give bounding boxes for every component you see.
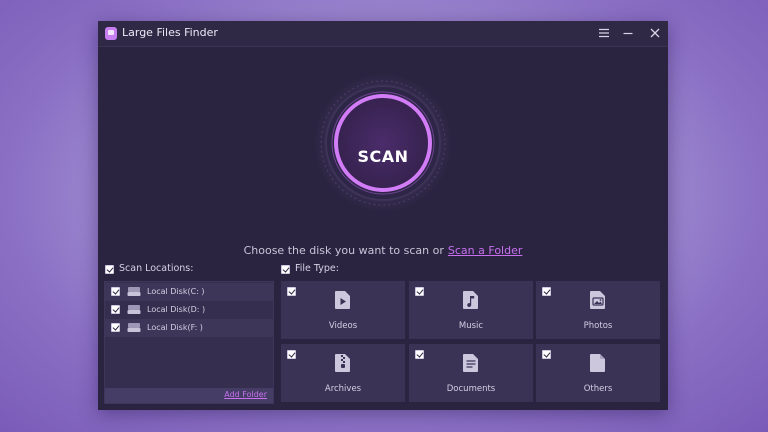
documents-label: Documents [446, 384, 496, 394]
file-type-photos[interactable]: Photos [536, 281, 660, 339]
close-icon[interactable] [647, 25, 663, 41]
title-bar: Large Files Finder [98, 21, 668, 47]
scan-folder-link[interactable]: Scan a Folder [448, 244, 522, 257]
scan-button-label: SCAN [357, 147, 409, 166]
hard-disk-icon [127, 305, 141, 314]
other-file-icon [590, 354, 605, 372]
music-file-icon [463, 291, 478, 309]
location-label-d: Local Disk(D: ) [147, 305, 206, 314]
file-type-documents[interactable]: Documents [409, 344, 533, 402]
minimize-icon[interactable] [620, 25, 636, 41]
file-type-others[interactable]: Others [536, 344, 660, 402]
scan-prompt-text: Choose the disk you want to scan or [243, 244, 444, 257]
scan-locations-label: Scan Locations: [119, 263, 194, 274]
location-row-c[interactable]: Local Disk(C: ) [105, 283, 273, 301]
archives-label: Archives [324, 384, 362, 394]
location-checkbox-c[interactable] [111, 287, 120, 296]
photos-checkbox[interactable] [542, 287, 551, 296]
videos-label: Videos [328, 321, 358, 331]
window-title: Large Files Finder [122, 26, 218, 39]
add-folder-bar: Add Folder [105, 388, 273, 403]
app-logo-icon [105, 27, 117, 40]
photo-file-icon [590, 291, 605, 309]
scan-locations-checkbox[interactable] [105, 265, 114, 274]
scan-area: SCAN Choose the disk you want to scan or… [98, 47, 668, 277]
menu-icon[interactable] [596, 25, 612, 41]
documents-checkbox[interactable] [415, 350, 424, 359]
music-label: Music [458, 321, 484, 331]
file-type-music[interactable]: Music [409, 281, 533, 339]
file-type-checkbox[interactable] [281, 265, 290, 274]
photos-label: Photos [583, 321, 613, 331]
archives-checkbox[interactable] [287, 350, 296, 359]
file-type-videos[interactable]: Videos [281, 281, 405, 339]
location-label-f: Local Disk(F: ) [147, 323, 203, 332]
location-checkbox-d[interactable] [111, 305, 120, 314]
add-folder-link[interactable]: Add Folder [224, 390, 267, 399]
others-label: Others [583, 384, 613, 394]
file-type-archives[interactable]: Archives [281, 344, 405, 402]
app-window: Large Files Finder SCAN Choose the disk … [98, 21, 668, 410]
hard-disk-icon [127, 287, 141, 296]
document-file-icon [463, 354, 478, 372]
location-row-f[interactable]: Local Disk(F: ) [105, 319, 273, 337]
archive-file-icon [335, 354, 350, 372]
videos-checkbox[interactable] [287, 287, 296, 296]
file-type-label: File Type: [295, 263, 339, 274]
others-checkbox[interactable] [542, 350, 551, 359]
music-checkbox[interactable] [415, 287, 424, 296]
scan-prompt: Choose the disk you want to scan or Scan … [98, 244, 668, 257]
hard-disk-icon [127, 323, 141, 332]
scan-locations-list: Local Disk(C: ) Local Disk(D: ) Local Di… [104, 281, 274, 404]
location-row-d[interactable]: Local Disk(D: ) [105, 301, 273, 319]
video-file-icon [335, 291, 350, 309]
location-label-c: Local Disk(C: ) [147, 287, 205, 296]
location-checkbox-f[interactable] [111, 323, 120, 332]
